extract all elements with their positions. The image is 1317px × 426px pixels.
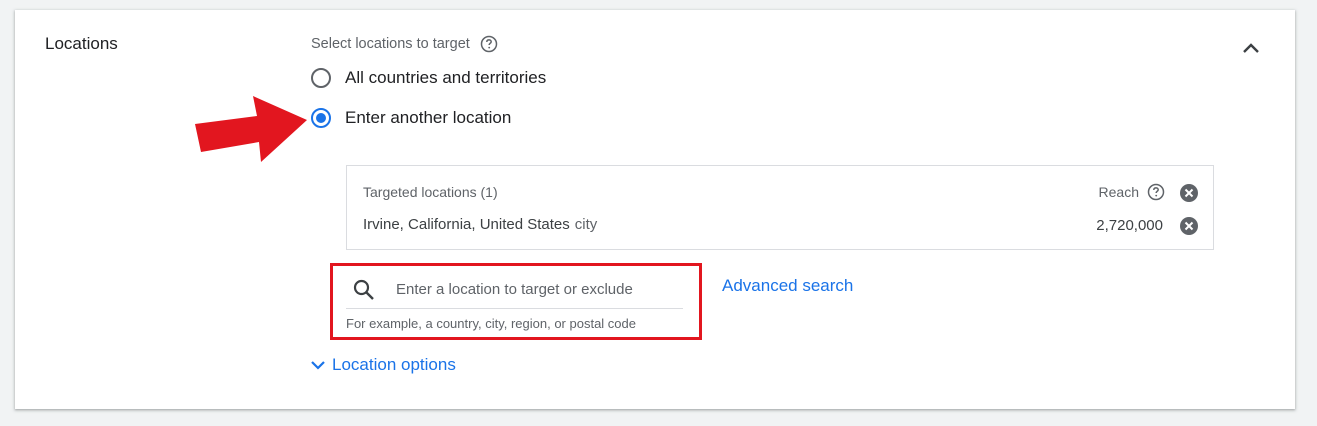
location-type: city: [574, 216, 598, 233]
radio-label-all-countries: All countries and territories: [345, 68, 547, 87]
remove-location-button[interactable]: [1179, 216, 1199, 236]
section-title: Locations: [45, 34, 118, 53]
location-reach: 2,720,000: [1096, 217, 1163, 234]
help-icon[interactable]: [480, 35, 498, 53]
radio-label-enter-location: Enter another location: [345, 108, 512, 127]
search-hint: For example, a country, city, region, or…: [346, 316, 636, 331]
location-search-box: For example, a country, city, region, or…: [330, 263, 702, 340]
search-icon: [353, 279, 374, 300]
targeted-locations-header: Targeted locations (1): [363, 184, 498, 200]
chevron-up-icon: [1243, 43, 1259, 53]
location-options-label: Location options: [332, 355, 456, 374]
advanced-search-link[interactable]: Advanced search: [722, 276, 853, 296]
select-locations-text: Select locations to target: [311, 36, 470, 52]
chevron-down-icon: [311, 361, 325, 370]
radio-all-countries[interactable]: All countries and territories: [311, 68, 546, 88]
radio-button-checked[interactable]: [311, 108, 331, 128]
collapse-button[interactable]: [1237, 34, 1265, 62]
radio-button[interactable]: [311, 68, 331, 88]
radio-enter-another-location[interactable]: Enter another location: [311, 108, 511, 128]
targeted-locations-panel: Targeted locations (1) Reach Irvine, Cal…: [346, 165, 1214, 250]
reach-label: Reach: [1098, 184, 1139, 200]
red-arrow-icon: [195, 96, 307, 162]
location-options-toggle[interactable]: Location options: [310, 355, 456, 375]
remove-all-button[interactable]: [1179, 183, 1199, 203]
locations-card: Locations Select locations to target All…: [15, 10, 1295, 409]
select-locations-label: Select locations to target: [311, 35, 498, 53]
location-row-name: Irvine, California, United States city: [363, 216, 597, 233]
search-field-row[interactable]: [346, 271, 683, 309]
location-name: Irvine, California, United States: [363, 216, 570, 233]
location-search-input[interactable]: [396, 281, 666, 298]
help-icon[interactable]: [1147, 183, 1165, 201]
reach-header: Reach: [1099, 183, 1165, 201]
